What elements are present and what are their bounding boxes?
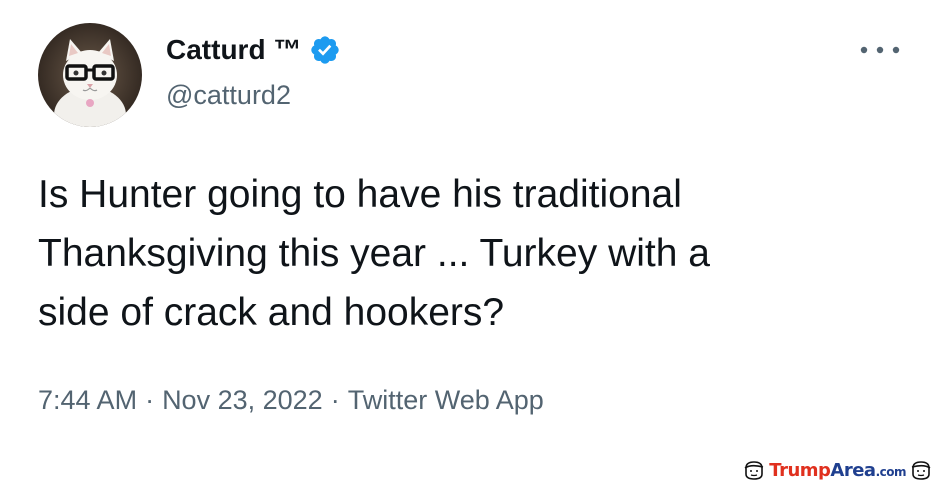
- avatar[interactable]: [38, 23, 142, 127]
- cat-with-glasses-avatar-icon: [38, 23, 142, 127]
- author-display-name[interactable]: Catturd ™: [166, 34, 301, 66]
- watermark-trump: Trump: [769, 459, 831, 481]
- meta-separator: ·: [330, 385, 340, 415]
- watermark-brand: TrumpArea.com: [769, 460, 906, 481]
- meta-separator: ·: [145, 385, 155, 415]
- tweet-text: Is Hunter going to have his traditional …: [38, 165, 918, 342]
- trump-hair-logo-icon: [744, 461, 764, 480]
- tweet-text-line: Thanksgiving this year ... Turkey with a: [38, 232, 710, 275]
- author-handle[interactable]: @catturd2: [166, 80, 291, 111]
- tweet-source[interactable]: Twitter Web App: [348, 385, 544, 415]
- trump-hair-logo-icon: [911, 461, 931, 480]
- tweet-meta: 7:44 AM · Nov 23, 2022 · Twitter Web App: [38, 385, 544, 416]
- watermark-tld: .com: [875, 464, 907, 479]
- tweet-time[interactable]: 7:44 AM: [38, 385, 137, 415]
- tweet-date[interactable]: Nov 23, 2022: [162, 385, 323, 415]
- author-name-row[interactable]: Catturd ™: [166, 28, 341, 72]
- verified-badge-icon: [311, 36, 339, 64]
- watermark: TrumpArea.com: [743, 458, 932, 482]
- more-horizontal-icon[interactable]: [856, 38, 906, 62]
- watermark-area: Area: [830, 459, 876, 481]
- tweet-text-line: Is Hunter going to have his traditional: [38, 173, 682, 216]
- tweet-text-line: side of crack and hookers?: [38, 291, 505, 334]
